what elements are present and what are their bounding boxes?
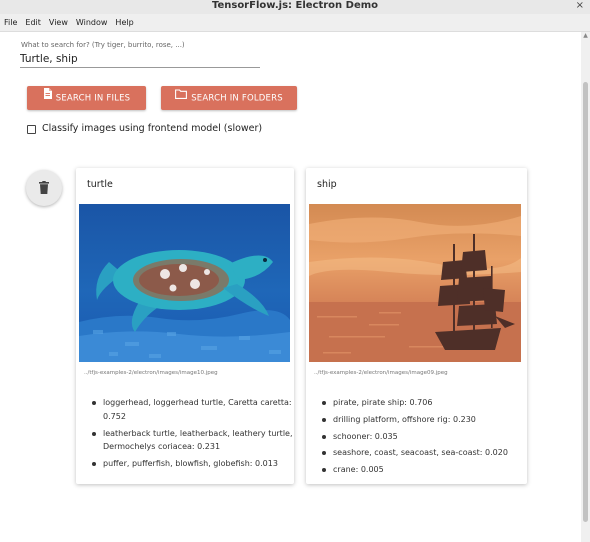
card-title: ship	[317, 179, 337, 190]
menu-view[interactable]: View	[45, 14, 72, 32]
result-card-turtle: turtle ../tfjs-examples-2/electron/image…	[76, 168, 294, 484]
search-in-files-label: SEARCH IN FILES	[55, 93, 131, 104]
search-in-folders-button[interactable]: SEARCH IN FOLDERS	[161, 86, 297, 110]
list-item: loggerhead, loggerhead turtle, Caretta c…	[88, 396, 293, 424]
scroll-up-icon[interactable]: ▲	[581, 32, 590, 40]
search-in-folders-label: SEARCH IN FOLDERS	[191, 93, 283, 104]
card-title: turtle	[87, 179, 113, 190]
folder-icon	[175, 85, 188, 109]
scrollbar-thumb[interactable]	[583, 82, 588, 522]
menu-bar: File Edit View Window Help	[0, 14, 590, 32]
menu-edit[interactable]: Edit	[21, 14, 45, 32]
turtle-image	[79, 204, 290, 362]
menu-window[interactable]: Window	[72, 14, 112, 32]
search-label: What to search for? (Try tiger, burrito,…	[21, 41, 185, 49]
vertical-scrollbar[interactable]: ▲	[581, 32, 590, 542]
image-path: ../tfjs-examples-2/electron/images/image…	[314, 370, 448, 376]
result-card-ship: ship ../tfjs-examples-2/electron/images/…	[306, 168, 527, 484]
trash-icon	[39, 181, 49, 194]
list-item: seashore, coast, seacoast, sea-coast: 0.…	[318, 446, 523, 460]
ship-image	[309, 204, 521, 362]
list-item: crane: 0.005	[318, 463, 523, 477]
frontend-model-label[interactable]: Classify images using frontend model (sl…	[42, 123, 262, 134]
menu-file[interactable]: File	[0, 14, 21, 32]
search-in-files-button[interactable]: SEARCH IN FILES	[27, 86, 146, 110]
window-titlebar: TensorFlow.js: Electron Demo ×	[0, 0, 590, 14]
list-item: pirate, pirate ship: 0.706	[318, 396, 523, 410]
clear-results-button[interactable]	[26, 170, 62, 206]
list-item: schooner: 0.035	[318, 430, 523, 444]
prediction-list: loggerhead, loggerhead turtle, Caretta c…	[88, 396, 293, 474]
list-item: drilling platform, offshore rig: 0.230	[318, 413, 523, 427]
window-title: TensorFlow.js: Electron Demo	[211, 0, 379, 11]
menu-help[interactable]: Help	[111, 14, 137, 32]
list-item: puffer, pufferfish, blowfish, globefish:…	[88, 457, 293, 471]
close-window-icon[interactable]: ×	[576, 0, 584, 11]
image-path: ../tfjs-examples-2/electron/images/image…	[84, 370, 218, 376]
prediction-list: pirate, pirate ship: 0.706 drilling plat…	[318, 396, 523, 480]
search-input[interactable]	[20, 50, 260, 68]
frontend-model-checkbox[interactable]	[27, 125, 36, 134]
file-icon	[43, 85, 52, 109]
list-item: leatherback turtle, leatherback, leather…	[88, 427, 293, 455]
